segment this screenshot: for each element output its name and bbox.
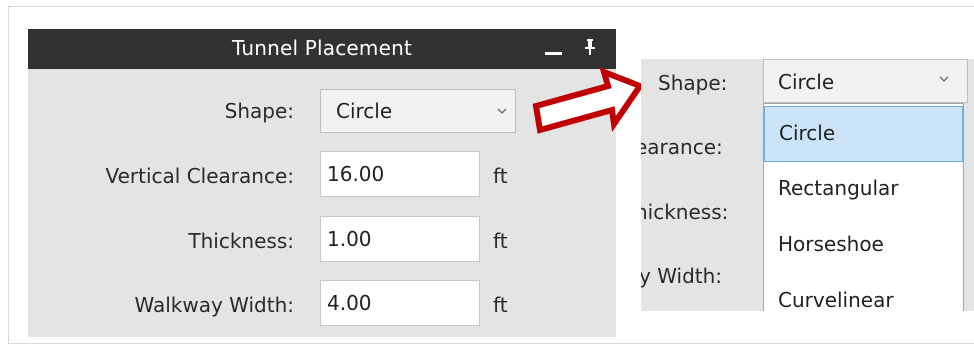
minimize-icon[interactable]	[545, 52, 562, 55]
thickness-unit: ft	[493, 229, 508, 253]
shape-dropdown-panel: Shape: earance: nickness: y Width: Circl…	[641, 59, 974, 311]
vertical-clearance-label: Vertical Clearance:	[105, 164, 295, 188]
shape-label-expanded: Shape:	[658, 71, 728, 95]
shape-select-value: Circle	[336, 99, 393, 123]
shape-select[interactable]: Circle	[320, 89, 516, 133]
walkway-width-value: 4.00	[327, 291, 372, 315]
vertical-clearance-field[interactable]: 16.00	[320, 151, 480, 197]
thickness-value: 1.00	[327, 227, 372, 251]
dropdown-option-curvelinear[interactable]: Curvelinear	[764, 274, 963, 311]
arrow-right-icon	[532, 67, 645, 134]
pin-icon[interactable]	[581, 38, 599, 56]
partial-label-thickness: nickness:	[641, 200, 729, 224]
panel-title: Tunnel Placement	[231, 36, 413, 60]
shape-select-open-value: Circle	[778, 70, 835, 94]
thickness-field[interactable]: 1.00	[320, 216, 480, 262]
thickness-label: Thickness:	[188, 229, 294, 253]
chevron-down-icon	[939, 76, 949, 82]
shape-label: Shape:	[224, 99, 294, 123]
dropdown-option-circle[interactable]: Circle	[764, 106, 963, 162]
walkway-width-unit: ft	[493, 293, 508, 317]
vertical-clearance-value: 16.00	[327, 162, 385, 186]
walkway-width-field[interactable]: 4.00	[320, 280, 480, 326]
chevron-down-icon	[497, 108, 507, 114]
dropdown-option-horseshoe[interactable]: Horseshoe	[764, 218, 963, 274]
partial-label-clearance: earance:	[641, 135, 723, 159]
dropdown-option-rectangular[interactable]: Rectangular	[764, 162, 963, 218]
partial-label-walkway: y Width:	[641, 264, 723, 288]
shape-dropdown-list: Circle Rectangular Horseshoe Curvelinear	[763, 103, 964, 311]
walkway-width-label: Walkway Width:	[134, 293, 294, 317]
shape-select-open[interactable]: Circle	[763, 59, 968, 103]
vertical-clearance-unit: ft	[493, 164, 508, 188]
title-bar: Tunnel Placement	[28, 29, 616, 69]
